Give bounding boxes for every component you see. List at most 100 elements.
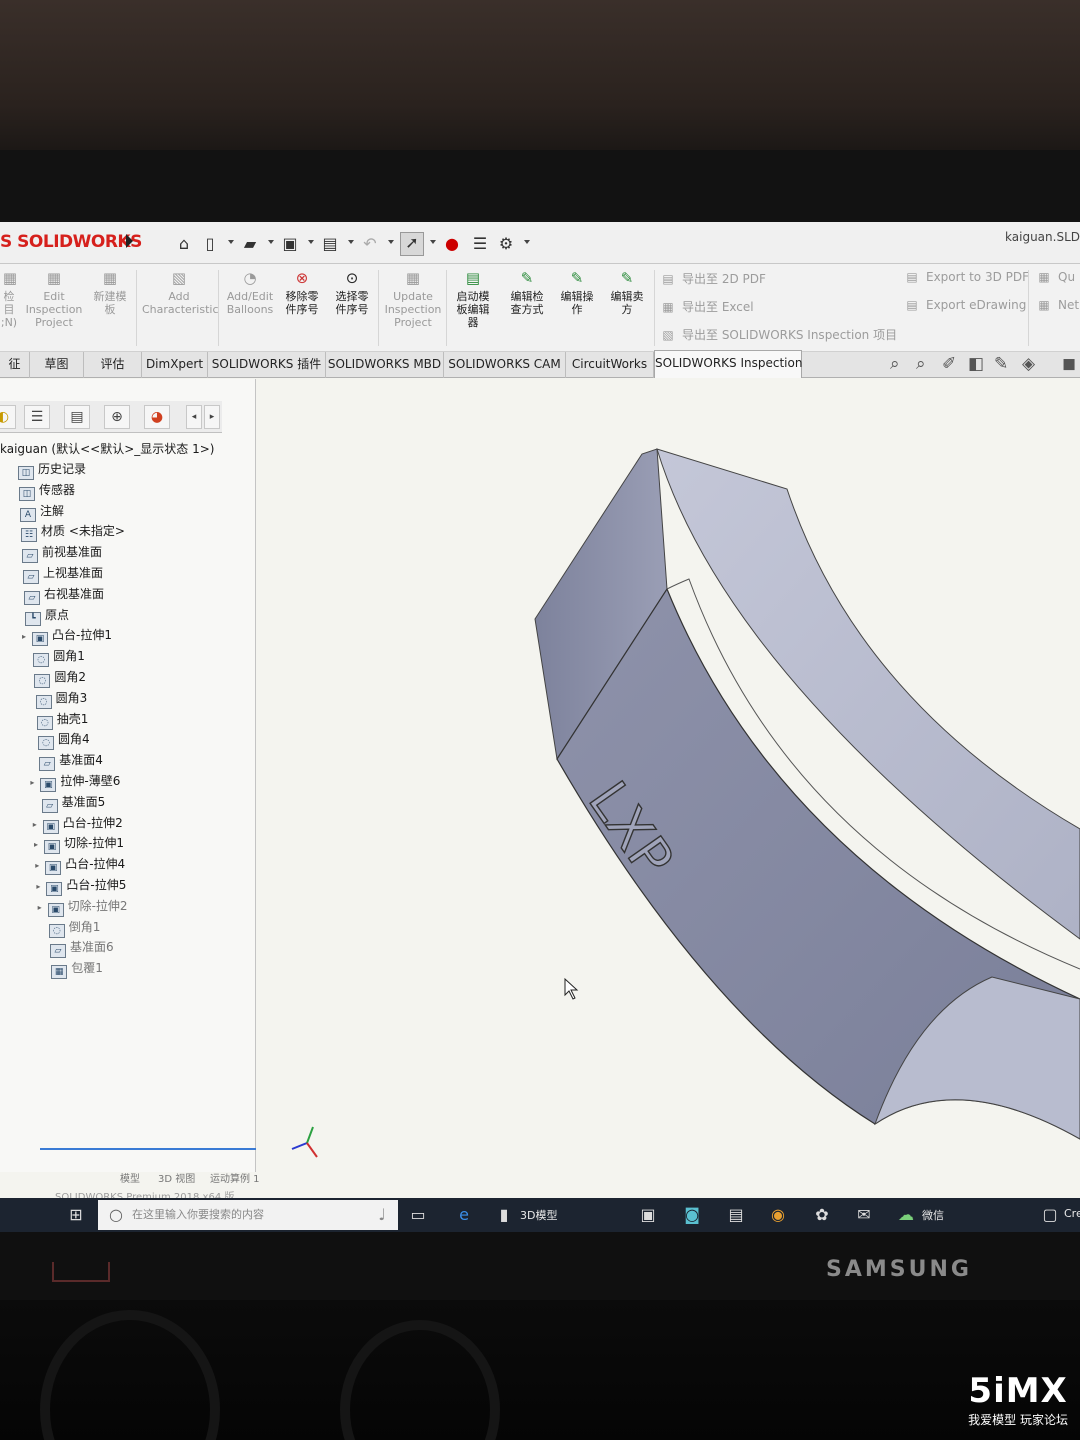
settings-app-icon[interactable]: ✿ [810, 1203, 834, 1227]
graphics-viewport[interactable]: LXP [257, 379, 1080, 1172]
previous-view-icon[interactable]: ✐ [942, 354, 956, 374]
edit-inspection-project-button[interactable]: ▦ Edit Inspection Project [24, 268, 84, 329]
export-3d-pdf-button[interactable]: ▤ Export to 3D PDF [904, 270, 1029, 284]
tab-features[interactable]: 征 [0, 352, 30, 378]
feature-manager-tab-icon[interactable]: ◐ [0, 405, 16, 429]
home-icon[interactable]: ⌂ [174, 234, 194, 254]
launch-template-editor-button[interactable]: ▤ 启动模 板编辑 器 [450, 268, 496, 329]
add-characteristic-button[interactable]: ▧ Add Characteristic [142, 268, 219, 316]
quick-button-partial[interactable]: ▦ Qu [1036, 270, 1075, 284]
panel-scroll-left-icon[interactable]: ◂ [186, 405, 202, 429]
rollback-bar[interactable] [40, 1148, 256, 1150]
open-dropdown-icon[interactable] [268, 240, 274, 244]
feature-tree-item[interactable]: ▦ 包覆1 [41, 958, 103, 980]
feature-tree-item[interactable]: ▱ 右视基准面 [14, 584, 104, 605]
save-dropdown-icon[interactable] [308, 240, 314, 244]
display-style-icon[interactable]: ◼ [1062, 354, 1076, 374]
net-button-partial[interactable]: ▦ Net [1036, 298, 1079, 312]
edit-inspection-method-button[interactable]: ✎ 编辑检 查方式 [504, 268, 550, 316]
save-icon[interactable]: ▣ [280, 234, 300, 254]
print-dropdown-icon[interactable] [348, 240, 354, 244]
display-manager-tab-icon[interactable]: ◕ [144, 405, 170, 429]
edit-operation-button[interactable]: ✎ 编辑操 作 [554, 268, 600, 316]
expand-arrow-icon[interactable]: ▸ [30, 773, 38, 793]
feature-tree-item[interactable]: ▱ 上视基准面 [13, 563, 103, 584]
feature-tree-item[interactable]: ◫ 历史记录 [8, 459, 86, 480]
tab-3d-views[interactable]: 3D 视图 [158, 1170, 195, 1185]
task-view-icon[interactable]: ▭ [406, 1203, 430, 1227]
export-inspection-project-button[interactable]: ▧ 导出至 SOLIDWORKS Inspection 项目 [660, 326, 897, 343]
app-icon[interactable]: ◙ [680, 1203, 704, 1227]
chrome-icon[interactable]: ◉ [766, 1203, 790, 1227]
tab-evaluate[interactable]: 评估 [84, 352, 142, 378]
expand-arrow-icon[interactable]: ▸ [22, 627, 30, 647]
store-icon[interactable]: ▣ [636, 1203, 660, 1227]
feature-tree-item[interactable]: ▸ ▣ 切除-拉伸2 [38, 896, 128, 918]
view-orientation-icon[interactable]: ◈ [1022, 354, 1035, 374]
export-edrawing-button[interactable]: ▤ Export eDrawing [904, 298, 1026, 312]
tab-model[interactable]: 模型 [120, 1170, 140, 1185]
feature-tree-item[interactable]: ◌ 倒角1 [39, 917, 100, 938]
remove-balloon-number-button[interactable]: ⊗ 移除零 件序号 [280, 268, 324, 316]
edge-browser-icon[interactable]: e [452, 1203, 476, 1227]
configuration-manager-tab-icon[interactable]: ▤ [64, 405, 90, 429]
traffic-light-icon[interactable]: ● [442, 234, 462, 254]
options-list-icon[interactable]: ☰ [470, 234, 490, 254]
gear-dropdown-icon[interactable] [524, 240, 530, 244]
tab-solidworks-inspection[interactable]: SOLIDWORKS Inspection [654, 350, 802, 378]
tree-root[interactable]: kaiguan (默认<<默认>_显示状态 1>) [0, 439, 214, 459]
zoom-to-area-icon[interactable]: ⌕ [916, 354, 926, 374]
creo-app-icon[interactable]: ▢ [1038, 1203, 1062, 1227]
tab-sketch[interactable]: 草图 [30, 352, 84, 378]
export-2d-pdf-button[interactable]: ▤ 导出至 2D PDF [660, 270, 766, 287]
taskbar-search-input[interactable]: 在这里输入你要搜索的内容 [98, 1200, 398, 1230]
select-dropdown-icon[interactable] [430, 240, 436, 244]
feature-tree-item[interactable]: ◌ 圆角1 [23, 646, 85, 668]
expand-arrow-icon[interactable]: ▸ [34, 835, 42, 855]
windows-start-icon[interactable]: ⊞ [64, 1203, 88, 1227]
update-inspection-project-button[interactable]: ▦ Update Inspection Project [384, 268, 442, 329]
new-template-button[interactable]: ▦ 新建模 板 [88, 268, 132, 316]
menu-expand-arrow-icon[interactable] [126, 234, 133, 248]
wechat-label[interactable]: 微信 [922, 1207, 944, 1223]
files-icon[interactable]: ▤ [724, 1203, 748, 1227]
zoom-to-fit-icon[interactable]: ⌕ [890, 354, 900, 374]
mail-icon[interactable]: ✉ [852, 1203, 876, 1227]
expand-arrow-icon[interactable]: ▸ [33, 815, 41, 835]
dimxpert-manager-tab-icon[interactable]: ⊕ [104, 405, 130, 429]
feature-tree-item[interactable]: ▸ ▣ 凸台-拉伸4 [35, 854, 125, 876]
expand-arrow-icon[interactable]: ▸ [35, 856, 43, 876]
section-view-icon[interactable]: ◧ [968, 354, 984, 374]
property-manager-tab-icon[interactable]: ☰ [24, 405, 50, 429]
ribbon-button-inspection-partial[interactable]: ▦ 检 目 ;N) [0, 268, 18, 329]
add-edit-balloons-button[interactable]: ◔ Add/Edit Balloons [224, 268, 276, 316]
tab-circuitworks[interactable]: CircuitWorks [566, 352, 654, 378]
wechat-icon[interactable]: ☁ [894, 1203, 918, 1227]
feature-tree-item[interactable]: A 注解 [10, 501, 64, 522]
expand-arrow-icon[interactable]: ▸ [36, 877, 44, 897]
select-balloon-number-button[interactable]: ⊙ 选择零 件序号 [330, 268, 374, 316]
feature-tree-item[interactable]: ▸ ▣ 切除-拉伸1 [34, 833, 124, 855]
gear-icon[interactable]: ⚙ [496, 234, 516, 254]
feature-tree-item[interactable]: ◌ 圆角4 [28, 729, 90, 751]
feature-tree-item[interactable]: ◌ 圆角3 [26, 688, 87, 709]
new-document-icon[interactable]: ▯ [200, 234, 220, 254]
select-icon[interactable]: ➚ [400, 232, 424, 256]
feature-tree-item[interactable]: ▱ 基准面4 [29, 750, 103, 772]
feature-tree-item[interactable]: ☷ 材质 <未指定> [11, 521, 125, 543]
feature-tree-item[interactable]: ▸ ▣ 拉伸-薄壁6 [30, 771, 120, 793]
tab-solidworks-cam[interactable]: SOLIDWORKS CAM [444, 352, 566, 378]
new-dropdown-icon[interactable] [228, 240, 234, 244]
edit-vendor-button[interactable]: ✎ 编辑卖 方 [604, 268, 650, 316]
undo-icon[interactable]: ↶ [360, 234, 380, 254]
microphone-icon[interactable]: ♩ [370, 1203, 394, 1227]
taskbar-window-label[interactable]: 3D模型 [520, 1207, 557, 1223]
print-icon[interactable]: ▤ [320, 234, 340, 254]
expand-arrow-icon[interactable]: ▸ [38, 898, 46, 918]
feature-tree-item[interactable]: ▸ ▣ 凸台-拉伸1 [22, 625, 112, 647]
feature-tree-item[interactable]: ┗ 原点 [15, 605, 69, 626]
feature-tree-item[interactable]: ▸ ▣ 凸台-拉伸5 [36, 875, 126, 897]
feature-tree-item[interactable]: ▱ 前视基准面 [12, 542, 102, 564]
tab-solidworks-addins[interactable]: SOLIDWORKS 插件 [208, 352, 326, 378]
feature-tree-item[interactable]: ◌ 抽壳1 [27, 709, 88, 730]
